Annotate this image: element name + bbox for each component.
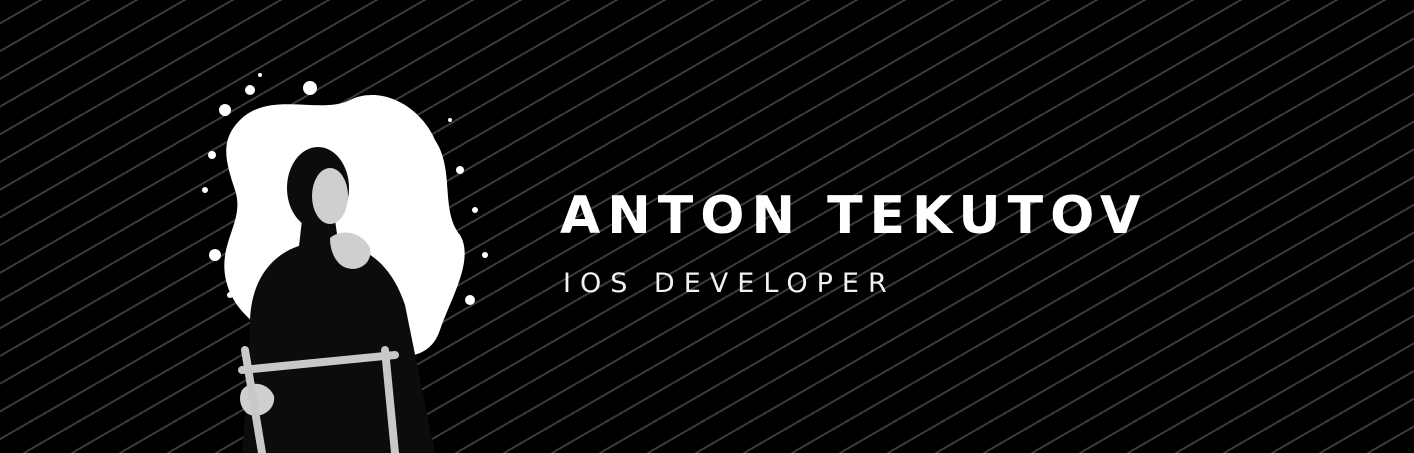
profile-name: ANTON TEKUTOV [560,186,1148,246]
profile-portrait [190,60,500,453]
profile-role: IOS DEVELOPER [563,268,896,299]
header-banner: ANTON TEKUTOV IOS DEVELOPER [0,0,1414,453]
